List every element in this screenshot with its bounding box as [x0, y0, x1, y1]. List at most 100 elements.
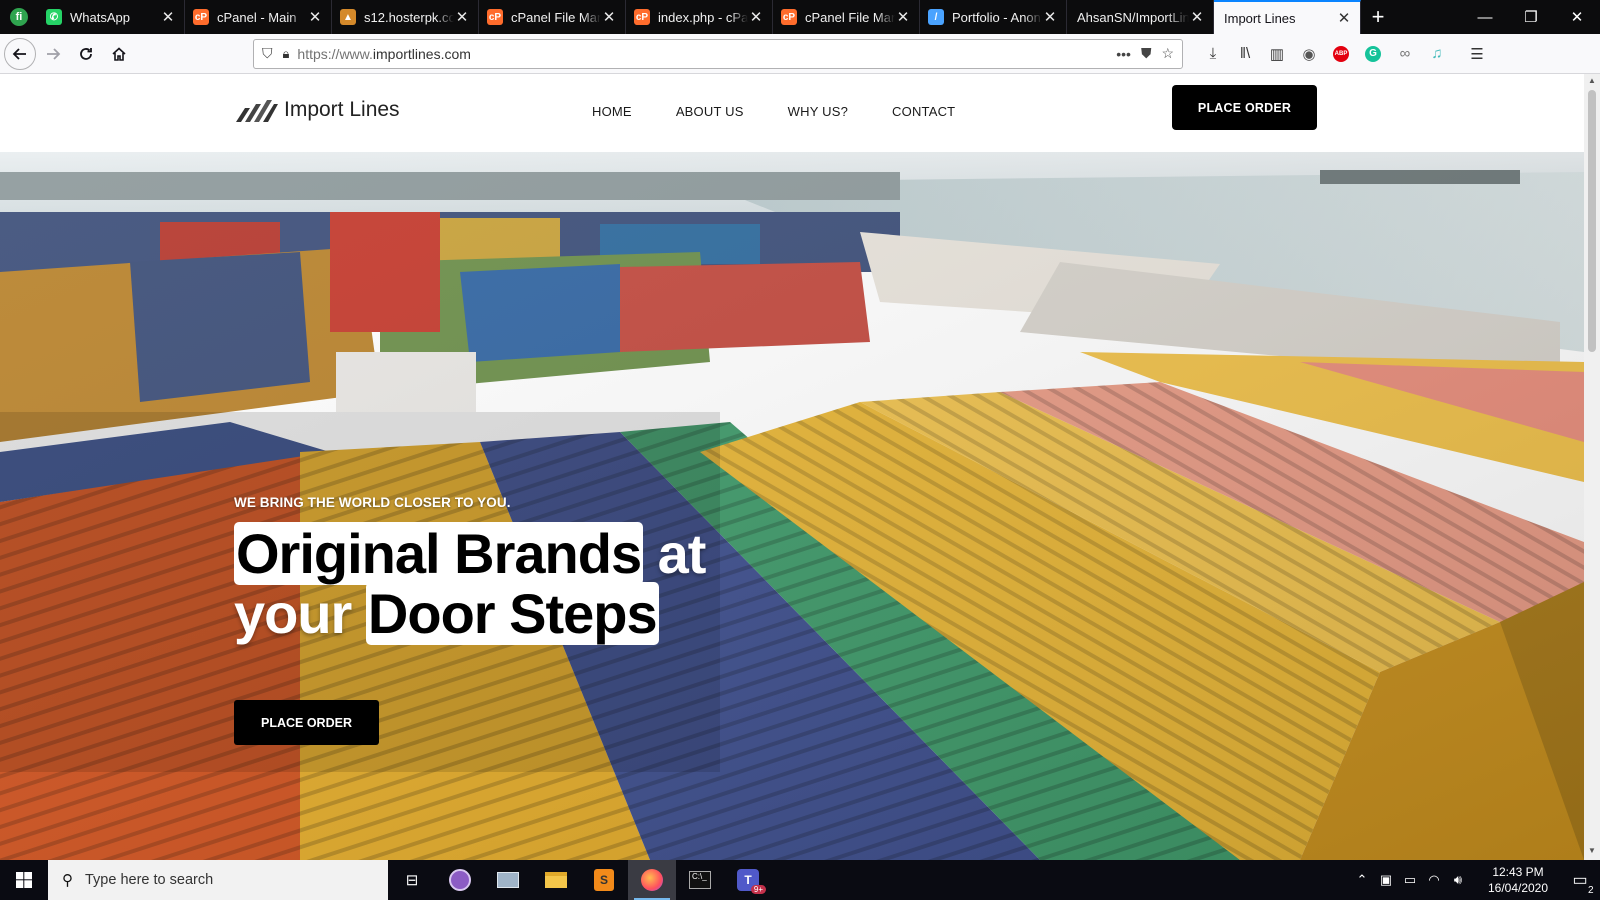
glasses-extension-icon[interactable]: ∞	[1389, 38, 1421, 70]
address-bar[interactable]: ⛉ 🔒︎ https://www.importlines.com ••• ⛊ ☆	[253, 38, 1183, 69]
firefox-account-icon[interactable]: fi	[0, 0, 38, 34]
notification-count: 2	[1588, 885, 1594, 896]
adblock-icon[interactable]: ABP	[1325, 38, 1357, 70]
wifi-icon[interactable]: ◠	[1422, 872, 1446, 888]
browser-tab[interactable]: cP cPanel File Manager✕	[773, 0, 920, 34]
tab-title: AhsanSN/ImportLines	[1077, 9, 1189, 25]
browser-tab[interactable]: cP cPanel - Main ✕	[185, 0, 332, 34]
browser-tab[interactable]: ✆ WhatsApp ✕	[38, 0, 185, 34]
tab-close-icon[interactable]: ✕	[895, 8, 911, 26]
back-button[interactable]	[4, 37, 36, 70]
scroll-down-icon[interactable]: ▼	[1584, 846, 1600, 860]
reload-button[interactable]	[70, 38, 102, 70]
place-order-button-hero[interactable]: PLACE ORDER	[234, 700, 379, 745]
battery-icon[interactable]: ▭	[1398, 872, 1422, 888]
menu-contact[interactable]: CONTACT	[892, 104, 955, 119]
tab-close-icon[interactable]: ✕	[307, 8, 323, 26]
menu-about-us[interactable]: ABOUT US	[676, 104, 744, 119]
back-arrow-icon	[12, 47, 26, 60]
shield-icon[interactable]: ⛉	[262, 45, 273, 62]
cpanel-icon: cP	[781, 9, 797, 25]
tab-title: Import Lines	[1224, 10, 1296, 26]
browser-tab[interactable]: AhsanSN/ImportLines✕	[1067, 0, 1214, 34]
taskbar-sublime-text[interactable]: S	[580, 860, 628, 900]
task-view-button[interactable]: ⊟	[388, 860, 436, 900]
page-scrollbar[interactable]: ▲ ▼	[1584, 74, 1600, 860]
headline-text-1: at	[643, 522, 707, 585]
taskbar-search[interactable]: ⚲ Type here to search	[48, 860, 388, 900]
hero-headline: Original Brands at your Door Steps	[234, 522, 707, 645]
tab-close-icon[interactable]: ✕	[601, 8, 617, 26]
window-app-icon	[497, 872, 519, 888]
browser-toolbar: ⛉ 🔒︎ https://www.importlines.com ••• ⛊ ☆…	[0, 34, 1600, 74]
pocket-icon[interactable]: ⛊	[1141, 45, 1152, 62]
taskbar-terminal[interactable]: C:\_	[676, 860, 724, 900]
lock-icon[interactable]: 🔒︎	[283, 46, 290, 62]
tab-close-icon[interactable]: ✕	[1042, 8, 1058, 26]
forward-button[interactable]	[37, 38, 69, 70]
tab-title: WhatsApp	[70, 9, 130, 25]
browser-tab[interactable]: cP cPanel File Manager✕	[479, 0, 626, 34]
tab-title: index.php - cPanel	[658, 9, 748, 25]
url-text[interactable]: https://www.importlines.com	[297, 46, 1106, 62]
taskbar-firefox[interactable]	[628, 860, 676, 900]
menu-why-us[interactable]: WHY US?	[788, 104, 848, 119]
hero-tagline: WE BRING THE WORLD CLOSER TO YOU.	[234, 495, 511, 510]
bookmark-star-icon[interactable]: ☆	[1161, 45, 1174, 62]
terminal-icon: C:\_	[689, 871, 711, 889]
cpanel-icon: cP	[193, 9, 209, 25]
tab-close-icon[interactable]: ✕	[748, 8, 764, 26]
action-center-button[interactable]: ▭ 2	[1560, 860, 1600, 900]
close-window-icon[interactable]: ✕	[1554, 0, 1600, 34]
home-button[interactable]	[103, 38, 135, 70]
minimize-icon[interactable]: —	[1462, 0, 1508, 34]
purple-app-icon	[449, 869, 471, 891]
library-icon[interactable]: ‖\	[1229, 38, 1261, 70]
extension-badge-icon[interactable]: ◉	[1293, 38, 1325, 70]
windows-taskbar: ⚲ Type here to search ⊟ S C:\_ T 9+ ⌃ ▣ …	[0, 860, 1600, 900]
new-tab-button[interactable]: +	[1361, 0, 1395, 34]
whatsapp-icon: ✆	[46, 9, 62, 25]
windows-logo-icon	[16, 872, 32, 888]
browser-tab[interactable]: Import Lines ✕	[1214, 0, 1361, 34]
tab-close-icon[interactable]: ✕	[454, 8, 470, 26]
tab-title: cPanel - Main	[217, 9, 297, 25]
brand-logo[interactable]: Import Lines	[236, 98, 400, 122]
taskbar-teams[interactable]: T 9+	[724, 860, 772, 900]
volume-icon[interactable]: 🔊︎	[1446, 872, 1470, 888]
start-button[interactable]	[0, 860, 48, 900]
tab-title: s12.hosterpk.com	[364, 9, 454, 25]
taskbar-app-purple[interactable]	[436, 860, 484, 900]
browser-tab[interactable]: cP index.php - cPanel✕	[626, 0, 773, 34]
tab-close-icon[interactable]: ✕	[1189, 8, 1205, 26]
main-menu: HOME ABOUT US WHY US? CONTACT	[592, 104, 955, 119]
scrollbar-thumb[interactable]	[1588, 90, 1596, 352]
clock[interactable]: 12:43 PM 16/04/2020	[1476, 864, 1560, 896]
show-hidden-icons[interactable]: ⌃	[1350, 872, 1374, 888]
grammarly-icon[interactable]: G	[1357, 38, 1389, 70]
browser-tab[interactable]: / Portfolio - Anonymous✕	[920, 0, 1067, 34]
browser-tab[interactable]: ▲ s12.hosterpk.com✕	[332, 0, 479, 34]
sidebar-icon[interactable]: ▥	[1261, 38, 1293, 70]
tab-title: Portfolio - Anonymous	[952, 9, 1042, 25]
download-icon[interactable]: ⤓	[1197, 38, 1229, 70]
hosterpk-icon: ▲	[340, 9, 356, 25]
reload-icon	[80, 47, 92, 60]
tab-close-icon[interactable]: ✕	[1336, 9, 1352, 27]
menu-icon[interactable]: ☰	[1461, 38, 1493, 70]
music-extension-icon[interactable]: ♫	[1421, 38, 1453, 70]
meet-now-icon[interactable]: ▣	[1374, 872, 1398, 888]
tab-close-icon[interactable]: ✕	[160, 8, 176, 26]
taskbar-file-explorer[interactable]	[532, 860, 580, 900]
place-order-button-header[interactable]: PLACE ORDER	[1172, 85, 1317, 130]
search-icon: ⚲	[62, 872, 73, 889]
browser-tab-strip: fi ✆ WhatsApp ✕ cP cPanel - Main ✕ ▲ s12.hoster…	[0, 0, 1600, 34]
scroll-up-icon[interactable]: ▲	[1584, 76, 1600, 90]
page-actions-icon[interactable]: •••	[1116, 46, 1131, 62]
site-header: Import Lines HOME ABOUT US WHY US? CONTA…	[0, 74, 1584, 152]
folder-icon	[545, 872, 567, 888]
firefox-icon	[641, 869, 663, 891]
menu-home[interactable]: HOME	[592, 104, 632, 119]
restore-icon[interactable]: ❐	[1508, 0, 1554, 34]
taskbar-app-explorer-window[interactable]	[484, 860, 532, 900]
